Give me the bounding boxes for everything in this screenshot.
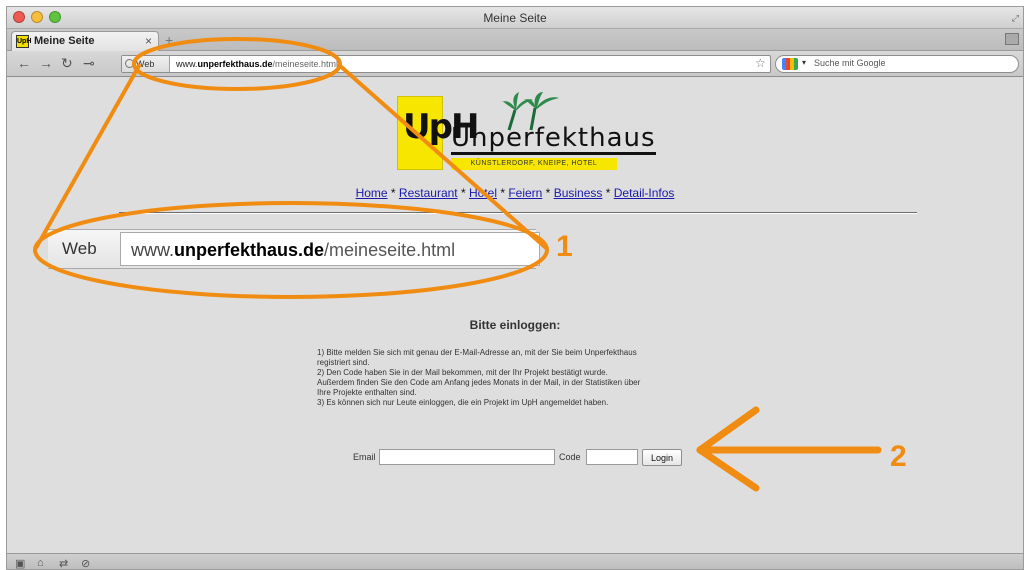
login-button[interactable]: Login [642, 449, 682, 466]
page-content: UpH Unperfekthaus KÜNSTLERDORF, KNEIPE, … [7, 78, 1023, 553]
browser-window: Meine Seite ⤢ UpH Meine Seite × + ← → ↻ … [6, 6, 1024, 570]
email-field[interactable] [379, 449, 555, 465]
reload-icon[interactable]: ↻ [61, 55, 73, 72]
url-domain: unperfekthaus.de [197, 59, 273, 69]
logo-wordmark: Unperfekthaus [451, 123, 656, 155]
search-placeholder: Suche mit Google [814, 58, 886, 68]
divider [119, 212, 917, 214]
google-icon[interactable] [782, 58, 798, 70]
instruction-line: Ihre Projekte enthalten sind. [317, 388, 417, 397]
instruction-line: Außerdem finden Sie den Code am Anfang j… [317, 378, 641, 387]
navigation-toolbar: ← → ↻ ⊸ Web www.unperfekthaus.de/meinese… [7, 51, 1023, 77]
nav-separator: * [496, 186, 509, 200]
key-icon[interactable]: ⊸ [83, 55, 95, 72]
logo-tagline: KÜNSTLERDORF, KNEIPE, HOTEL [451, 158, 617, 170]
tab-bar: UpH Meine Seite × + [7, 29, 1023, 51]
nav-link-restaurant[interactable]: Restaurant [399, 186, 458, 200]
fullscreen-icon[interactable]: ⤢ [1012, 13, 1019, 24]
globe-icon [125, 59, 134, 68]
login-instructions: 1) Bitte melden Sie sich mit genau der E… [317, 348, 737, 408]
email-label: Email [353, 452, 376, 462]
nav-separator: * [457, 186, 469, 200]
site-logo[interactable]: UpH Unperfekthaus KÜNSTLERDORF, KNEIPE, … [397, 92, 656, 170]
sidebar-icon[interactable]: ▣ [15, 557, 25, 569]
new-tab-button[interactable]: + [165, 32, 173, 48]
url-scheme-part: www. [176, 59, 198, 69]
site-favicon-icon: UpH [16, 35, 31, 48]
instruction-line: registriert sind. [317, 358, 370, 367]
nav-separator: * [602, 186, 614, 200]
nav-link-hotel[interactable]: Hotel [469, 186, 497, 200]
nav-link-home[interactable]: Home [356, 186, 388, 200]
instruction-line: 3) Es können sich nur Leute einloggen, d… [317, 398, 609, 407]
title-bar: Meine Seite ⤢ [7, 7, 1023, 29]
code-label: Code [559, 452, 581, 462]
nav-link-business[interactable]: Business [554, 186, 603, 200]
nav-link-feiern[interactable]: Feiern [508, 186, 542, 200]
share-icon[interactable]: ⇄ [59, 557, 68, 569]
site-identity-label: Web [136, 59, 155, 69]
block-icon[interactable]: ⊘ [81, 557, 90, 569]
login-heading: Bitte einloggen: [469, 318, 561, 332]
back-arrow-icon[interactable]: ← [17, 55, 31, 71]
site-navigation: Home * Restaurant * Hotel * Feiern * Bus… [7, 186, 1023, 200]
nav-link-detail-infos[interactable]: Detail-Infos [614, 186, 675, 200]
url-path: /meineseite.html [272, 59, 339, 69]
home-icon[interactable]: ⌂ [37, 557, 44, 569]
tab-close-icon[interactable]: × [145, 34, 152, 48]
chevron-down-icon[interactable]: ▾ [802, 58, 806, 67]
status-bar: ▣ ⌂ ⇄ ⊘ [7, 553, 1023, 569]
address-bar[interactable]: Web www.unperfekthaus.de/meineseite.html [121, 55, 771, 73]
bookmark-star-icon[interactable]: ☆ [755, 56, 766, 70]
instruction-line: 2) Den Code haben Sie in der Mail bekomm… [317, 368, 608, 377]
tab-list-icon[interactable] [1005, 33, 1019, 45]
site-identity-button[interactable]: Web [122, 56, 170, 72]
code-field[interactable] [586, 449, 638, 465]
tab-meine-seite[interactable]: UpH Meine Seite × [11, 31, 159, 51]
instruction-line: 1) Bitte melden Sie sich mit genau der E… [317, 348, 637, 357]
nav-separator: * [387, 186, 399, 200]
search-bar[interactable]: ▾ Suche mit Google [775, 55, 1019, 73]
forward-arrow-icon[interactable]: → [39, 55, 53, 71]
nav-separator: * [542, 186, 554, 200]
url-text[interactable]: www.unperfekthaus.de/meineseite.html [176, 56, 338, 72]
window-title: Meine Seite [483, 11, 547, 25]
logo-mark-box: UpH [397, 96, 479, 170]
tab-title: Meine Seite [34, 35, 95, 47]
